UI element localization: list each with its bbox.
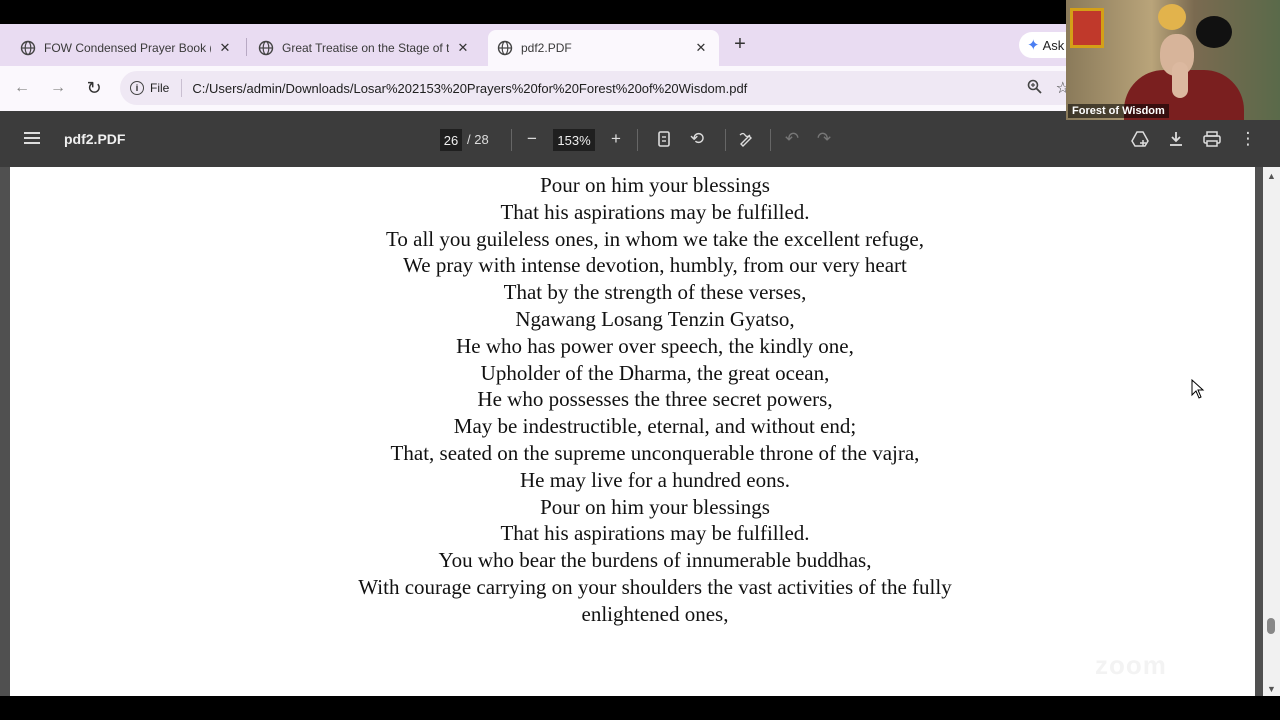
toolbar-divider bbox=[637, 129, 638, 151]
download-icon[interactable] bbox=[1164, 127, 1188, 151]
page-total: / 28 bbox=[467, 132, 489, 147]
text-line: May be indestructible, eternal, and with… bbox=[453, 414, 857, 439]
wall-thangka-image bbox=[1070, 8, 1104, 48]
participant-video-thumbnail[interactable]: Forest of Wisdom bbox=[1066, 0, 1280, 120]
scroll-up-arrow-icon[interactable]: ▲ bbox=[1267, 171, 1276, 181]
wall-dark-object bbox=[1196, 16, 1232, 48]
tab-title: Great Treatise on the Stage of th bbox=[282, 41, 449, 55]
sparkle-icon: ✦ bbox=[1027, 37, 1040, 54]
text-line: He who has power over speech, the kindly… bbox=[456, 333, 854, 358]
tab-great-treatise[interactable]: Great Treatise on the Stage of th ✕ bbox=[238, 30, 481, 66]
zoom-watermark: zoom bbox=[1095, 650, 1167, 680]
text-line: He who possesses the three secret powers… bbox=[477, 387, 833, 412]
close-tab-icon[interactable]: ✕ bbox=[217, 40, 233, 56]
rotate-icon[interactable]: ⟲ bbox=[685, 127, 709, 151]
address-bar[interactable]: i File C:/Users/admin/Downloads/Losar%20… bbox=[120, 71, 1080, 105]
text-line: We pray with intense devotion, humbly, f… bbox=[403, 253, 907, 278]
bottom-black-strip bbox=[0, 696, 1280, 720]
vertical-scrollbar[interactable]: ▲ ▼ bbox=[1263, 167, 1280, 696]
document-text: Pour on him your blessings That his aspir… bbox=[10, 172, 1255, 628]
toolbar-divider bbox=[511, 129, 512, 151]
annotate-pen-icon[interactable] bbox=[735, 127, 759, 151]
text-line: Pour on him your blessings bbox=[540, 494, 770, 519]
back-arrow-icon[interactable]: ← bbox=[12, 78, 32, 98]
text-line: That his aspirations may be fulfilled. bbox=[500, 521, 810, 546]
redo-icon[interactable]: ↷ bbox=[812, 127, 836, 151]
text-line: He may live for a hundred eons. bbox=[520, 467, 790, 492]
pdf-viewer[interactable]: Pour on him your blessings That his aspir… bbox=[0, 167, 1280, 696]
scheme-label: File bbox=[150, 81, 170, 95]
ask-button-label: Ask bbox=[1042, 37, 1065, 53]
toolbar-divider bbox=[770, 129, 771, 151]
new-tab-button[interactable]: + bbox=[730, 33, 750, 55]
wall-ornament-image bbox=[1158, 4, 1186, 30]
zoom-out-button[interactable]: − bbox=[520, 127, 544, 151]
text-line: Ngawang Losang Tenzin Gyatso, bbox=[515, 306, 795, 331]
pdf-page: Pour on him your blessings That his aspir… bbox=[10, 167, 1255, 696]
person-hands bbox=[1172, 62, 1188, 98]
text-line: You who bear the burdens of innumerable … bbox=[438, 548, 872, 573]
text-line: That by the strength of these verses, bbox=[503, 280, 807, 305]
drive-save-icon[interactable] bbox=[1128, 127, 1152, 151]
magnifier-zoom-icon[interactable] bbox=[1027, 79, 1042, 98]
participant-name: Forest of Wisdom bbox=[1068, 104, 1169, 118]
reload-icon[interactable]: ↻ bbox=[84, 78, 104, 98]
close-tab-icon[interactable]: ✕ bbox=[455, 40, 471, 56]
text-line: Pour on him your blessings bbox=[540, 173, 770, 197]
scrollbar-thumb[interactable] bbox=[1267, 618, 1275, 634]
globe-icon bbox=[258, 40, 274, 56]
tab-prayer-book[interactable]: FOW Condensed Prayer Book (I ✕ bbox=[0, 30, 243, 66]
zoom-in-button[interactable]: + bbox=[604, 127, 628, 151]
text-line: That, seated on the supreme unconquerabl… bbox=[390, 440, 920, 465]
tab-pdf2[interactable]: pdf2.PDF ✕ bbox=[488, 30, 719, 66]
zoom-level-input[interactable]: 153% bbox=[553, 129, 595, 151]
forward-arrow-icon[interactable]: → bbox=[48, 78, 68, 98]
text-line: To all you guileless ones, in whom we ta… bbox=[386, 226, 924, 251]
tab-title: pdf2.PDF bbox=[521, 41, 572, 55]
fit-page-icon[interactable] bbox=[652, 127, 676, 151]
print-icon[interactable] bbox=[1200, 127, 1224, 151]
text-line: With courage carrying on your shoulders … bbox=[358, 574, 952, 599]
info-icon: i bbox=[130, 81, 144, 95]
close-tab-icon[interactable]: ✕ bbox=[693, 40, 709, 56]
scroll-down-arrow-icon[interactable]: ▼ bbox=[1267, 684, 1276, 694]
site-info-chip[interactable]: i File bbox=[130, 81, 169, 95]
globe-icon bbox=[497, 40, 513, 56]
url-text[interactable]: C:/Users/admin/Downloads/Losar%202153%20… bbox=[192, 81, 747, 96]
undo-icon[interactable]: ↶ bbox=[780, 127, 804, 151]
page-number-input[interactable]: 26 bbox=[440, 129, 462, 151]
mouse-cursor-icon bbox=[1191, 379, 1205, 399]
chip-divider bbox=[181, 79, 183, 97]
text-line: Upholder of the Dharma, the great ocean, bbox=[480, 360, 830, 385]
globe-icon bbox=[20, 40, 36, 56]
hamburger-menu-icon[interactable] bbox=[22, 129, 42, 149]
pdf-title: pdf2.PDF bbox=[64, 131, 126, 147]
text-line: enlightened ones, bbox=[581, 601, 729, 626]
text-line: That his aspirations may be fulfilled. bbox=[500, 199, 810, 224]
tab-title: FOW Condensed Prayer Book (I bbox=[44, 41, 211, 55]
more-options-icon[interactable]: ⋮ bbox=[1236, 127, 1260, 151]
toolbar-divider bbox=[725, 129, 726, 151]
